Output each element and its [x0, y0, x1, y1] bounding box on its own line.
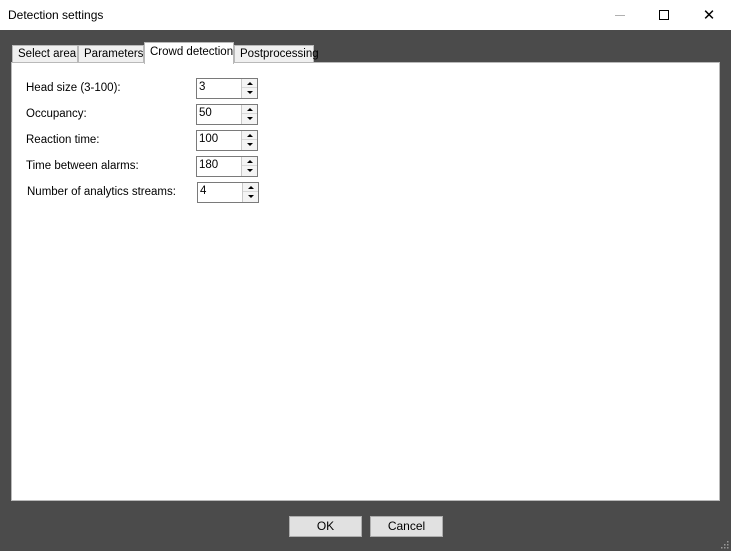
- reaction-time-spin-buttons: [241, 131, 257, 150]
- tab-label: Parameters: [84, 48, 144, 60]
- arrow-up-icon: [246, 133, 253, 137]
- head-size-stepper[interactable]: 3: [196, 78, 258, 99]
- analytics-streams-stepper[interactable]: 4: [197, 182, 259, 203]
- arrow-down-icon: [246, 117, 253, 120]
- spin-up-button[interactable]: [243, 183, 258, 192]
- reaction-time-value: 100: [199, 133, 219, 145]
- head-size-label: Head size (3-100):: [26, 82, 121, 94]
- arrow-down-icon: [246, 143, 253, 146]
- spin-up-button[interactable]: [242, 157, 257, 166]
- spin-up-button[interactable]: [242, 131, 257, 140]
- minimize-icon: [615, 14, 625, 16]
- tab-crowd-detection[interactable]: Crowd detection: [144, 42, 234, 64]
- spin-down-button[interactable]: [242, 88, 257, 97]
- resize-grip-icon[interactable]: [721, 541, 729, 549]
- maximize-button[interactable]: [641, 0, 687, 30]
- head-size-spin-buttons: [241, 79, 257, 98]
- arrow-up-icon: [246, 159, 253, 163]
- close-button[interactable]: ✕: [686, 0, 731, 30]
- ok-button[interactable]: OK: [289, 516, 362, 537]
- occupancy-value: 50: [199, 107, 212, 119]
- minimize-button[interactable]: [597, 0, 643, 30]
- title-bar: Detection settings ✕: [0, 0, 731, 30]
- tab-label: Postprocessing: [240, 48, 319, 60]
- arrow-up-icon: [246, 107, 253, 111]
- analytics-streams-label: Number of analytics streams:: [27, 186, 176, 198]
- maximize-icon: [659, 10, 669, 20]
- time-between-alarms-stepper[interactable]: 180: [196, 156, 258, 177]
- time-between-alarms-value: 180: [199, 159, 219, 171]
- time-between-alarms-spin-buttons: [241, 157, 257, 176]
- time-between-alarms-label: Time between alarms:: [26, 160, 139, 172]
- reaction-time-stepper[interactable]: 100: [196, 130, 258, 151]
- arrow-up-icon: [247, 185, 254, 189]
- occupancy-label: Occupancy:: [26, 108, 87, 120]
- arrow-down-icon: [246, 91, 253, 94]
- head-size-value: 3: [199, 81, 206, 93]
- arrow-down-icon: [246, 169, 253, 172]
- close-icon: ✕: [702, 7, 716, 24]
- spin-down-button[interactable]: [243, 192, 258, 201]
- occupancy-spin-buttons: [241, 105, 257, 124]
- analytics-streams-spin-buttons: [242, 183, 258, 202]
- analytics-streams-value: 4: [200, 185, 207, 197]
- tab-label: Select area: [18, 48, 77, 60]
- reaction-time-label: Reaction time:: [26, 134, 100, 146]
- tab-strip: Select area Parameters Crowd detection P…: [12, 42, 412, 64]
- spin-down-button[interactable]: [242, 140, 257, 149]
- arrow-up-icon: [246, 81, 253, 85]
- arrow-down-icon: [247, 195, 254, 198]
- spin-up-button[interactable]: [242, 79, 257, 88]
- window-title: Detection settings: [8, 8, 104, 22]
- spin-up-button[interactable]: [242, 105, 257, 114]
- crowd-detection-panel: Head size (3-100): 3 Occupancy: 50 React…: [11, 62, 720, 501]
- tab-label: Crowd detection: [150, 46, 234, 58]
- cancel-button[interactable]: Cancel: [370, 516, 443, 537]
- spin-down-button[interactable]: [242, 114, 257, 123]
- spin-down-button[interactable]: [242, 166, 257, 175]
- occupancy-stepper[interactable]: 50: [196, 104, 258, 125]
